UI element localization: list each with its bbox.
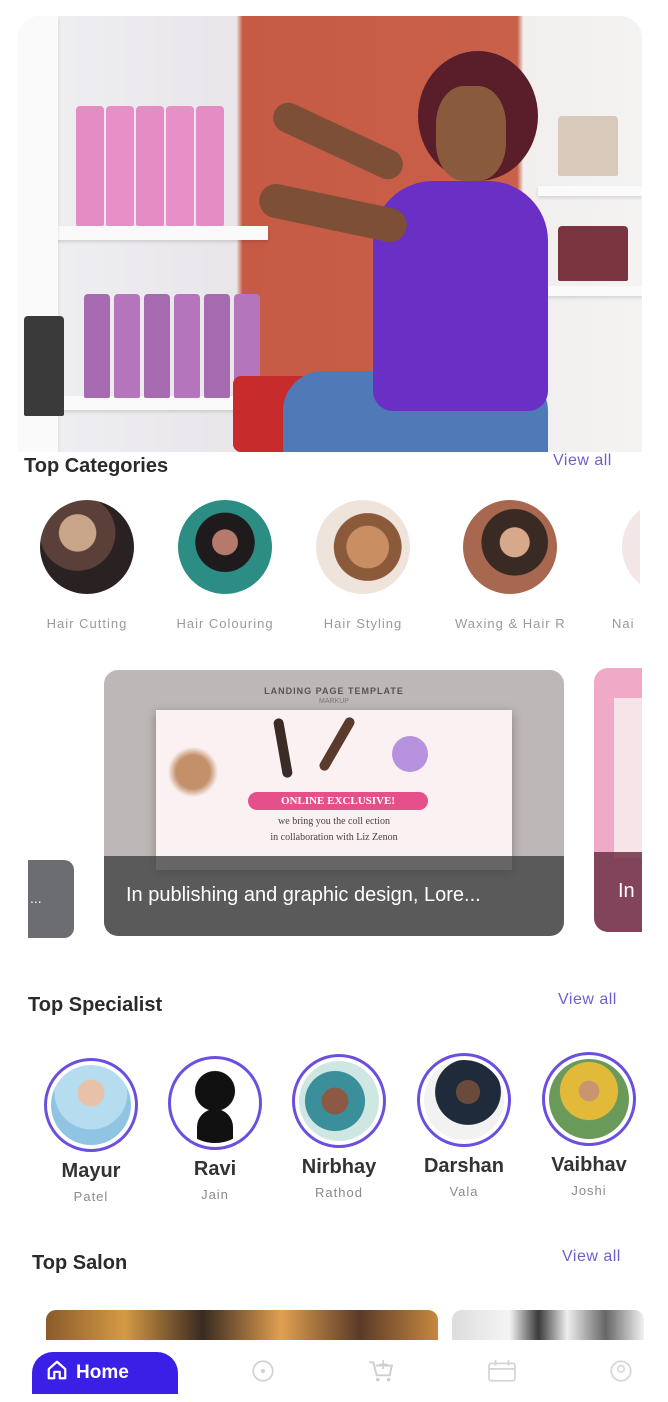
specialists-title: Top Specialist bbox=[28, 994, 163, 1016]
product-bottle bbox=[144, 294, 170, 398]
product-bottle bbox=[84, 294, 110, 398]
product-bottle bbox=[196, 106, 224, 226]
flower-icon bbox=[392, 736, 428, 772]
banner-caption: ... bbox=[30, 890, 42, 906]
shelf bbox=[538, 186, 642, 196]
powder-spill bbox=[160, 746, 226, 798]
product-bottle bbox=[558, 116, 618, 176]
specialists-view-all-link[interactable]: View all bbox=[558, 991, 617, 1009]
specialist-card[interactable]: Vaibhav Joshi bbox=[534, 1052, 644, 1198]
category-item[interactable]: Nai bbox=[600, 500, 640, 631]
category-label: Hair Colouring bbox=[176, 616, 274, 631]
product-bottle bbox=[174, 294, 200, 398]
promo-banner[interactable]: ... bbox=[28, 860, 74, 938]
salon-card[interactable] bbox=[452, 1310, 644, 1340]
compass-icon[interactable] bbox=[250, 1358, 276, 1384]
category-item[interactable]: Hair Cutting bbox=[32, 500, 142, 631]
person bbox=[436, 86, 506, 181]
person bbox=[256, 180, 410, 246]
bottom-navigation: Home bbox=[0, 1346, 668, 1402]
category-image bbox=[316, 500, 410, 594]
avatar-photo bbox=[424, 1060, 504, 1140]
category-item[interactable]: Waxing & Hair R... bbox=[455, 500, 565, 631]
silhouette-icon bbox=[197, 1109, 233, 1143]
specialist-name: Mayur bbox=[61, 1160, 121, 1182]
specialist-surname: Vala bbox=[449, 1184, 479, 1199]
category-item[interactable]: Hair Colouring bbox=[170, 500, 280, 631]
product-bottle bbox=[76, 106, 104, 226]
specialist-avatar bbox=[168, 1056, 262, 1150]
product-bottle bbox=[166, 106, 194, 226]
banner-line: we bring you the coll ection bbox=[278, 816, 390, 827]
specialist-avatar bbox=[417, 1053, 511, 1147]
categories-view-all-link[interactable]: View all bbox=[553, 452, 612, 470]
category-image bbox=[178, 500, 272, 594]
shelf bbox=[538, 286, 642, 296]
specialist-avatar bbox=[292, 1054, 386, 1148]
salon-card[interactable] bbox=[46, 1310, 438, 1340]
specialist-surname: Joshi bbox=[571, 1183, 607, 1198]
banner-caption: In bbox=[594, 852, 642, 932]
category-image bbox=[40, 500, 134, 594]
calendar-icon[interactable] bbox=[486, 1358, 518, 1384]
category-label: Hair Styling bbox=[323, 616, 403, 631]
nav-home-button[interactable]: Home bbox=[32, 1352, 178, 1394]
cart-icon[interactable] bbox=[366, 1358, 394, 1384]
specialist-card[interactable]: Nirbhay Rathod bbox=[284, 1054, 394, 1200]
product-bottle bbox=[114, 294, 140, 398]
specialist-surname: Jain bbox=[201, 1187, 229, 1202]
hero-banner-image[interactable] bbox=[18, 16, 642, 452]
specialist-card[interactable]: Ravi Jain bbox=[160, 1056, 270, 1202]
avatar-photo bbox=[175, 1063, 255, 1143]
specialist-card[interactable]: Mayur Patel bbox=[36, 1058, 146, 1204]
category-label: Nai bbox=[612, 616, 635, 631]
banner-mockup: ONLINE EXCLUSIVE! we bring you the coll … bbox=[156, 710, 512, 870]
badge-online-exclusive: ONLINE EXCLUSIVE! bbox=[248, 792, 428, 810]
banner-image bbox=[614, 698, 642, 858]
person bbox=[268, 97, 408, 185]
category-label: Waxing & Hair R... bbox=[455, 616, 565, 631]
category-label: Hair Cutting bbox=[46, 616, 128, 631]
banner-subheader: MARKUP bbox=[319, 698, 349, 705]
avatar-photo bbox=[549, 1059, 629, 1139]
makeup-brush-icon bbox=[272, 717, 294, 779]
specialist-name: Darshan bbox=[423, 1155, 505, 1177]
product-bottle bbox=[24, 316, 64, 416]
salons-view-all-link[interactable]: View all bbox=[562, 1248, 621, 1266]
category-item[interactable]: Hair Styling bbox=[308, 500, 418, 631]
specialist-name: Nirbhay bbox=[301, 1156, 377, 1178]
salons-title: Top Salon bbox=[32, 1252, 128, 1274]
nav-home-label: Home bbox=[76, 1362, 129, 1383]
avatar-photo bbox=[51, 1065, 131, 1145]
profile-icon[interactable] bbox=[608, 1358, 634, 1384]
promo-banner[interactable]: In bbox=[594, 668, 642, 932]
product-bottle bbox=[204, 294, 230, 398]
avatar-photo bbox=[299, 1061, 379, 1141]
specialist-surname: Patel bbox=[73, 1189, 109, 1204]
banner-header: LANDING PAGE TEMPLATE bbox=[264, 686, 404, 696]
specialist-card[interactable]: Darshan Vala bbox=[409, 1053, 519, 1199]
banner-line: in collaboration with Liz Zenon bbox=[270, 832, 398, 843]
product-bottle bbox=[106, 106, 134, 226]
makeup-brush-icon bbox=[317, 715, 357, 773]
promo-banner[interactable]: LANDING PAGE TEMPLATE MARKUP ONLINE EXCL… bbox=[104, 670, 564, 936]
banner-caption: In publishing and graphic design, Lore..… bbox=[104, 856, 564, 936]
home-icon bbox=[46, 1359, 68, 1387]
specialist-name: Ravi bbox=[193, 1158, 237, 1180]
product-bottle bbox=[558, 226, 628, 281]
specialist-surname: Rathod bbox=[315, 1185, 363, 1200]
specialist-avatar bbox=[542, 1052, 636, 1146]
category-image bbox=[463, 500, 557, 594]
specialist-name: Vaibhav bbox=[551, 1154, 627, 1176]
specialist-avatar bbox=[44, 1058, 138, 1152]
category-image bbox=[622, 500, 640, 594]
categories-title: Top Categories bbox=[24, 455, 169, 477]
product-bottle bbox=[136, 106, 164, 226]
